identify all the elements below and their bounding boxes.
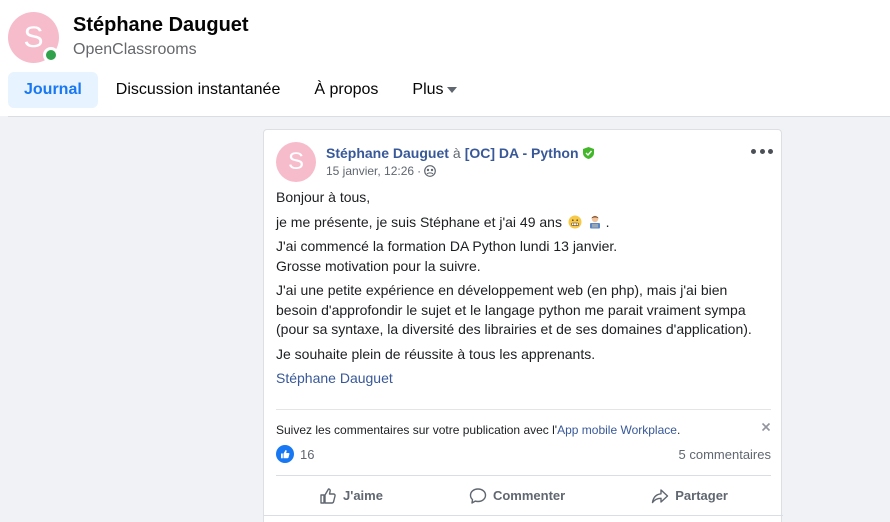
technologist-icon	[589, 215, 600, 228]
like-summary[interactable]: 16	[276, 445, 314, 463]
more-options-icon[interactable]	[751, 146, 773, 156]
like-button-label: J'aime	[343, 488, 383, 503]
comment-icon	[469, 487, 487, 504]
post-actions: J'aime Commenter Partager	[276, 475, 771, 515]
post-paragraph: Je souhaite plein de réussite à tous les…	[276, 345, 596, 362]
post-stats: 16 5 commentaires	[276, 443, 771, 465]
post-paragraph: Bonjour à tous,	[276, 189, 371, 205]
tab-journal[interactable]: Journal	[8, 72, 98, 108]
post-timestamp[interactable]: 15 janvier, 12:26	[326, 164, 414, 178]
post-paragraph: J'ai une petite expérience en développem…	[276, 282, 752, 337]
notice-text: Suivez les commentaires sur votre public…	[276, 422, 558, 437]
post-connector: à	[452, 145, 461, 161]
post-body: Bonjour à tous, je me présente, je suis …	[276, 188, 771, 394]
post-paragraph-line: J'ai commencé la formation DA Python lun…	[276, 238, 618, 254]
post-paragraph: je me présente, je suis Stéphane et j'ai…	[276, 213, 771, 233]
close-icon[interactable]	[761, 422, 771, 432]
profile-name[interactable]: Stéphane Dauguet	[73, 14, 249, 37]
profile-tabs: Journal Discussion instantanée À propos …	[8, 72, 475, 108]
tab-more-label: Plus	[412, 81, 444, 98]
timestamp-separator: ·	[417, 164, 422, 178]
tab-more[interactable]: Plus	[396, 72, 472, 108]
post-card: S Stéphane Dauguet à [OC] DA - Python 15…	[263, 129, 783, 522]
comment-button[interactable]: Commenter	[455, 480, 579, 512]
grimacing-face-icon	[568, 215, 582, 228]
post-author-link[interactable]: Stéphane Dauguet	[326, 145, 449, 161]
comment-button-label: Commenter	[492, 488, 566, 503]
comments-count-link[interactable]: 5 commentaires	[679, 447, 771, 462]
profile-organization: OpenClassrooms	[73, 41, 197, 58]
profile-header: S Stéphane Dauguet OpenClassrooms Journa…	[0, 0, 890, 116]
online-status-dot	[43, 47, 59, 63]
thumbs-up-icon	[320, 487, 336, 504]
notice-end: .	[676, 422, 681, 437]
tab-discussion[interactable]: Discussion instantanée	[100, 72, 297, 108]
post-paragraph-punct: .	[605, 213, 610, 230]
group-shield-icon	[582, 147, 594, 159]
post-paragraph-line: Grosse motivation pour la suivre.	[276, 257, 481, 274]
workplace-app-link[interactable]: App mobile Workplace	[557, 423, 677, 437]
share-button-label: Partager	[675, 488, 728, 503]
post-timestamp-row: 15 janvier, 12:26 ·	[326, 164, 436, 178]
share-icon	[652, 488, 669, 503]
share-button[interactable]: Partager	[637, 480, 742, 512]
post-paragraph-text: je me présente, je suis Stéphane et j'ai…	[276, 213, 562, 230]
post-signature-link[interactable]: Stéphane Dauguet	[276, 369, 771, 389]
like-reaction-icon	[276, 445, 294, 463]
post-author-avatar[interactable]: S	[276, 142, 316, 182]
post-header: Stéphane Dauguet à [OC] DA - Python	[326, 145, 594, 161]
tab-about[interactable]: À propos	[298, 72, 394, 108]
chevron-down-icon	[446, 87, 457, 93]
like-button[interactable]: J'aime	[305, 480, 397, 512]
card-bottom-divider	[264, 515, 783, 516]
post-group-link[interactable]: [OC] DA - Python	[465, 145, 579, 161]
group-audience-icon[interactable]	[424, 165, 436, 177]
like-count: 16	[300, 446, 315, 462]
header-divider	[8, 116, 890, 117]
post-paragraph: J'ai commencé la formation DA Python lun…	[276, 237, 771, 276]
